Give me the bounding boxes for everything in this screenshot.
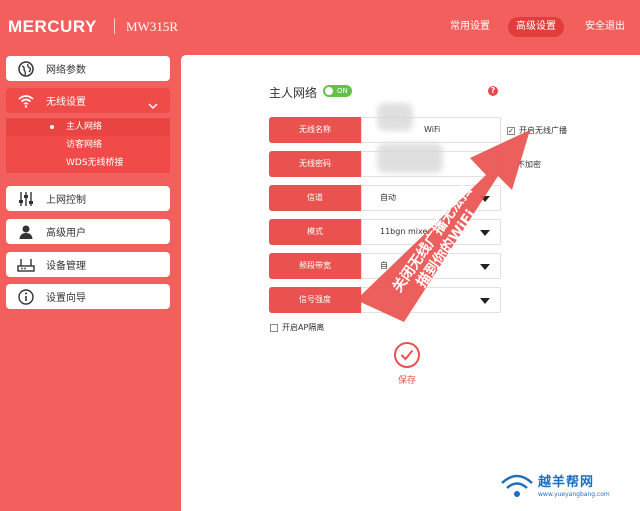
user-icon — [6, 224, 46, 240]
sidebar-item-label: 无线设置 — [46, 97, 86, 108]
select-value: 自动 — [380, 193, 396, 202]
field-label: 模式 — [269, 219, 361, 245]
host-network-toggle[interactable]: ON — [323, 85, 352, 97]
brand-logo: MERCURY — [8, 17, 97, 36]
privacy-blur — [377, 103, 413, 131]
watermark-url: www.yueyangbang.com — [538, 491, 610, 498]
field-label: 频段带宽 — [269, 253, 361, 279]
chevron-down-icon — [148, 95, 158, 114]
globe-icon — [6, 60, 46, 77]
checkbox-label: 开启无线广播 — [519, 126, 567, 135]
logo-divider — [114, 18, 115, 34]
nav-advanced-settings[interactable]: 高级设置 — [508, 17, 564, 37]
ap-isolation-checkbox[interactable]: 开启AP隔离 — [270, 322, 324, 333]
sidebar-item-access-control[interactable]: 上网控制 — [6, 186, 170, 211]
model-name: MW315R — [126, 19, 178, 34]
privacy-blur — [377, 143, 443, 173]
section-title: 主人网络 — [269, 86, 318, 100]
sidebar-item-label: 高级用户 — [46, 228, 86, 239]
sidebar-item-wireless[interactable]: 无线设置 — [6, 88, 170, 113]
toggle-knob — [325, 87, 333, 95]
help-icon[interactable]: ? — [488, 86, 498, 96]
sidebar-item-label: 上网控制 — [46, 195, 86, 206]
checkbox-checked-icon: ✓ — [507, 126, 515, 135]
broadcast-checkbox[interactable]: ✓ 开启无线广播 — [507, 125, 567, 136]
sidebar: 网络参数 无线设置 主人网络 访客网络 WDS无线桥接 上网控制 高级用户 设备… — [0, 52, 178, 511]
checkbox-unchecked-icon — [270, 323, 278, 332]
sliders-icon — [6, 191, 46, 207]
sidebar-item-advanced-users[interactable]: 高级用户 — [6, 219, 170, 244]
submenu-item-wds-bridge[interactable]: WDS无线桥接 — [6, 155, 170, 172]
top-bar: MERCURY MW315R 常用设置 高级设置 安全退出 — [0, 0, 640, 52]
field-label: 无线密码 — [269, 151, 361, 177]
wifi-icon — [6, 94, 46, 108]
watermark-logo-icon — [501, 474, 533, 497]
wireless-submenu: 主人网络 访客网络 WDS无线桥接 — [6, 118, 170, 173]
sidebar-item-label: 设置向导 — [46, 293, 86, 304]
dropdown-caret-icon — [480, 230, 490, 236]
no-encryption-option[interactable]: 不加密 — [517, 159, 541, 170]
field-label: 信号强度 — [269, 287, 361, 313]
checkbox-label: 开启AP隔离 — [282, 323, 325, 332]
router-icon — [6, 257, 46, 273]
dropdown-caret-icon — [480, 264, 490, 270]
checkmark-icon — [400, 349, 414, 361]
sidebar-item-setup-wizard[interactable]: 设置向导 — [6, 284, 170, 309]
sidebar-item-label: 设备管理 — [46, 261, 86, 272]
watermark-name: 越羊帮网 — [538, 475, 595, 490]
dropdown-caret-icon — [480, 298, 490, 304]
submenu-item-label: 主人网络 — [66, 122, 103, 132]
field-bandwidth: 频段带宽 自 — [269, 253, 501, 279]
save-button[interactable] — [394, 342, 420, 368]
field-label: 信道 — [269, 185, 361, 211]
option-label: 不加密 — [517, 160, 541, 169]
sidebar-item-label: 网络参数 — [46, 65, 86, 76]
sidebar-item-device-management[interactable]: 设备管理 — [6, 252, 170, 277]
nav-common-settings[interactable]: 常用设置 — [447, 17, 493, 37]
submenu-item-guest-network[interactable]: 访客网络 — [6, 137, 170, 154]
sidebar-item-network[interactable]: 网络参数 — [6, 56, 170, 81]
info-icon — [6, 288, 46, 305]
active-dot-icon — [50, 125, 54, 129]
save-label: 保存 — [398, 376, 417, 386]
submenu-item-host-network[interactable]: 主人网络 — [6, 119, 170, 136]
watermark: 越羊帮网 www.yueyangbang.com — [496, 465, 638, 509]
select-value: 自 — [380, 261, 388, 270]
field-label: 无线名称 — [269, 117, 361, 143]
nav-logout[interactable]: 安全退出 — [582, 17, 628, 37]
toggle-label: ON — [337, 87, 348, 95]
